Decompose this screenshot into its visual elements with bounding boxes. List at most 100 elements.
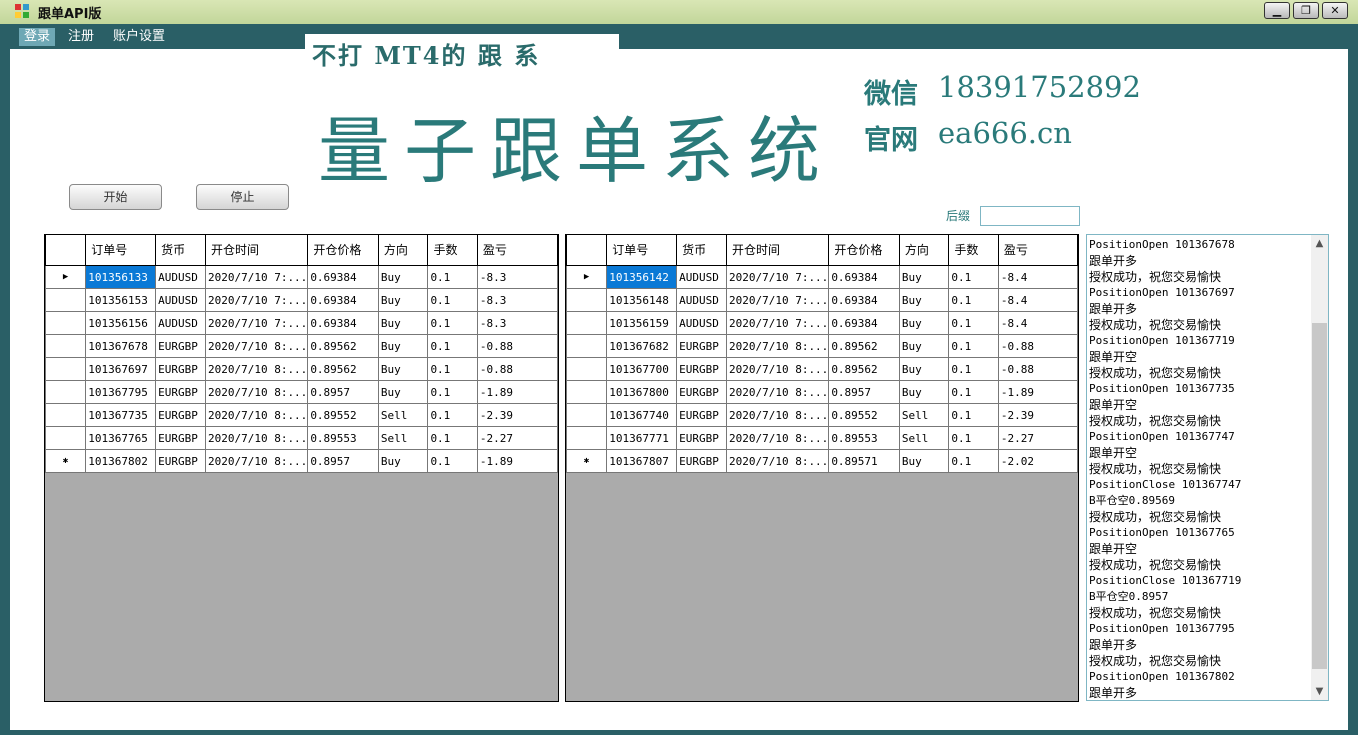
table-cell[interactable]: -1.89: [476, 380, 558, 404]
table-cell[interactable]: Sell: [898, 426, 950, 450]
table-cell[interactable]: 0.69384: [307, 265, 379, 289]
table-cell[interactable]: EURGBP: [155, 449, 206, 473]
table-cell[interactable]: -8.3: [476, 265, 558, 289]
table-cell[interactable]: 2020/7/10 8:...: [725, 449, 830, 473]
table-cell[interactable]: 2020/7/10 8:...: [725, 380, 830, 404]
table-cell[interactable]: 0.69384: [828, 288, 900, 312]
table-cell[interactable]: -2.27: [997, 426, 1078, 450]
table-cell[interactable]: 101367697: [85, 357, 157, 381]
table-cell[interactable]: 0.1: [427, 265, 478, 289]
table-cell[interactable]: Buy: [377, 288, 429, 312]
table-cell[interactable]: 0.89562: [307, 357, 379, 381]
table-row[interactable]: 101367771 EURGBP 2020/7/10 8:... 0.89553 Sel…: [566, 426, 1078, 450]
table-cell[interactable]: Buy: [898, 380, 950, 404]
table-row[interactable]: 101367740 EURGBP 2020/7/10 8:... 0.89552 Sel…: [566, 403, 1078, 427]
table-cell[interactable]: 0.1: [948, 426, 999, 450]
log-textbox[interactable]: PositionOpen 101367678 跟单开多 授权成功，祝您交易愉快 Pos…: [1086, 234, 1329, 701]
table-cell[interactable]: 2020/7/10 8:...: [204, 426, 309, 450]
table-cell[interactable]: 101356148: [606, 288, 678, 312]
table-cell[interactable]: 2020/7/10 7:...: [725, 311, 830, 335]
table-row[interactable]: 101367700 EURGBP 2020/7/10 8:... 0.89562 Buy…: [566, 357, 1078, 381]
row-header[interactable]: [566, 334, 608, 358]
table-cell[interactable]: 0.1: [948, 311, 999, 335]
menu-register[interactable]: 注册: [63, 28, 99, 46]
table-cell[interactable]: -1.89: [476, 449, 558, 473]
table-cell[interactable]: Buy: [898, 265, 950, 289]
table-cell[interactable]: -8.4: [997, 311, 1078, 335]
log-scrollbar[interactable]: ▲ ▼: [1311, 235, 1328, 700]
table-cell[interactable]: Buy: [377, 334, 429, 358]
table-cell[interactable]: 0.89553: [307, 426, 379, 450]
table-cell[interactable]: AUDUSD: [676, 265, 727, 289]
table-cell[interactable]: AUDUSD: [155, 288, 206, 312]
table-cell[interactable]: -0.88: [476, 334, 558, 358]
table-cell[interactable]: EURGBP: [676, 380, 727, 404]
table-cell[interactable]: 0.89553: [828, 426, 900, 450]
table-cell[interactable]: -8.4: [997, 265, 1078, 289]
table-cell[interactable]: EURGBP: [155, 403, 206, 427]
table-cell[interactable]: 0.89562: [307, 334, 379, 358]
table-cell[interactable]: 101367771: [606, 426, 678, 450]
table-row[interactable]: 101367765 EURGBP 2020/7/10 8:... 0.89553 Sel…: [45, 426, 558, 450]
new-row-asterisk-icon[interactable]: ✱: [566, 449, 608, 473]
column-header[interactable]: 订单号: [85, 235, 157, 266]
table-cell[interactable]: 101367802: [85, 449, 157, 473]
table-cell[interactable]: 0.69384: [307, 288, 379, 312]
column-header[interactable]: 开仓价格: [828, 235, 900, 266]
table-cell[interactable]: Buy: [898, 311, 950, 335]
row-header[interactable]: [566, 403, 608, 427]
table-cell[interactable]: 0.1: [427, 449, 478, 473]
table-cell[interactable]: 0.1: [948, 380, 999, 404]
table-cell[interactable]: 0.1: [427, 357, 478, 381]
table-cell[interactable]: 2020/7/10 8:...: [204, 449, 309, 473]
table-cell[interactable]: 2020/7/10 7:...: [204, 288, 309, 312]
table-cell[interactable]: 0.8957: [307, 380, 379, 404]
table-cell[interactable]: Buy: [898, 288, 950, 312]
new-row-asterisk-icon[interactable]: ✱: [45, 449, 87, 473]
table-row[interactable]: 101356159 AUDUSD 2020/7/10 7:... 0.69384 Buy…: [566, 311, 1078, 335]
table-cell[interactable]: 2020/7/10 7:...: [204, 311, 309, 335]
table-row[interactable]: ▶ 101356142 AUDUSD 2020/7/10 7:... 0.69384 Bu…: [566, 265, 1078, 289]
row-header[interactable]: [45, 403, 87, 427]
table-cell[interactable]: 0.69384: [828, 265, 900, 289]
table-cell[interactable]: Buy: [898, 334, 950, 358]
table-cell[interactable]: 0.8957: [307, 449, 379, 473]
start-button[interactable]: 开始: [69, 184, 162, 210]
table-cell[interactable]: 0.89552: [307, 403, 379, 427]
table-cell[interactable]: 0.1: [948, 403, 999, 427]
table-cell[interactable]: 0.89562: [828, 334, 900, 358]
table-cell[interactable]: -8.3: [476, 288, 558, 312]
menu-login[interactable]: 登录: [19, 28, 56, 46]
current-row-arrow-icon[interactable]: ▶: [45, 265, 87, 289]
table-cell[interactable]: -2.27: [476, 426, 558, 450]
menu-account-settings[interactable]: 账户设置: [108, 28, 170, 46]
table-cell[interactable]: 2020/7/10 8:...: [204, 403, 309, 427]
table-cell[interactable]: 101367678: [85, 334, 157, 358]
table-row[interactable]: ✱ 101367807 EURGBP 2020/7/10 8:... 0.89571 Bu…: [566, 449, 1078, 473]
maximize-button[interactable]: ❐: [1293, 2, 1319, 19]
table-cell[interactable]: 0.1: [948, 334, 999, 358]
row-header[interactable]: [566, 311, 608, 335]
table-row[interactable]: 101356153 AUDUSD 2020/7/10 7:... 0.69384 Buy…: [45, 288, 558, 312]
table-row[interactable]: ▶ 101356133 AUDUSD 2020/7/10 7:... 0.69384 Bu…: [45, 265, 558, 289]
table-cell[interactable]: Buy: [377, 265, 429, 289]
row-header[interactable]: [566, 288, 608, 312]
table-cell[interactable]: 0.1: [948, 357, 999, 381]
table-cell[interactable]: Buy: [377, 380, 429, 404]
table-cell[interactable]: 2020/7/10 7:...: [725, 288, 830, 312]
table-cell[interactable]: 0.8957: [828, 380, 900, 404]
table-cell[interactable]: 0.1: [948, 449, 999, 473]
table-cell[interactable]: 0.69384: [828, 311, 900, 335]
row-header[interactable]: [566, 357, 608, 381]
table-cell[interactable]: -0.88: [997, 357, 1078, 381]
table-row[interactable]: 101356148 AUDUSD 2020/7/10 7:... 0.69384 Buy…: [566, 288, 1078, 312]
column-header[interactable]: 订单号: [606, 235, 678, 266]
row-header[interactable]: [566, 380, 608, 404]
table-cell[interactable]: 101356142: [606, 265, 678, 289]
scroll-thumb[interactable]: [1312, 323, 1327, 669]
table-cell[interactable]: EURGBP: [676, 334, 727, 358]
table-cell[interactable]: EURGBP: [676, 357, 727, 381]
column-header[interactable]: 手数: [427, 235, 478, 266]
table-cell[interactable]: 0.89552: [828, 403, 900, 427]
table-cell[interactable]: 0.1: [948, 265, 999, 289]
